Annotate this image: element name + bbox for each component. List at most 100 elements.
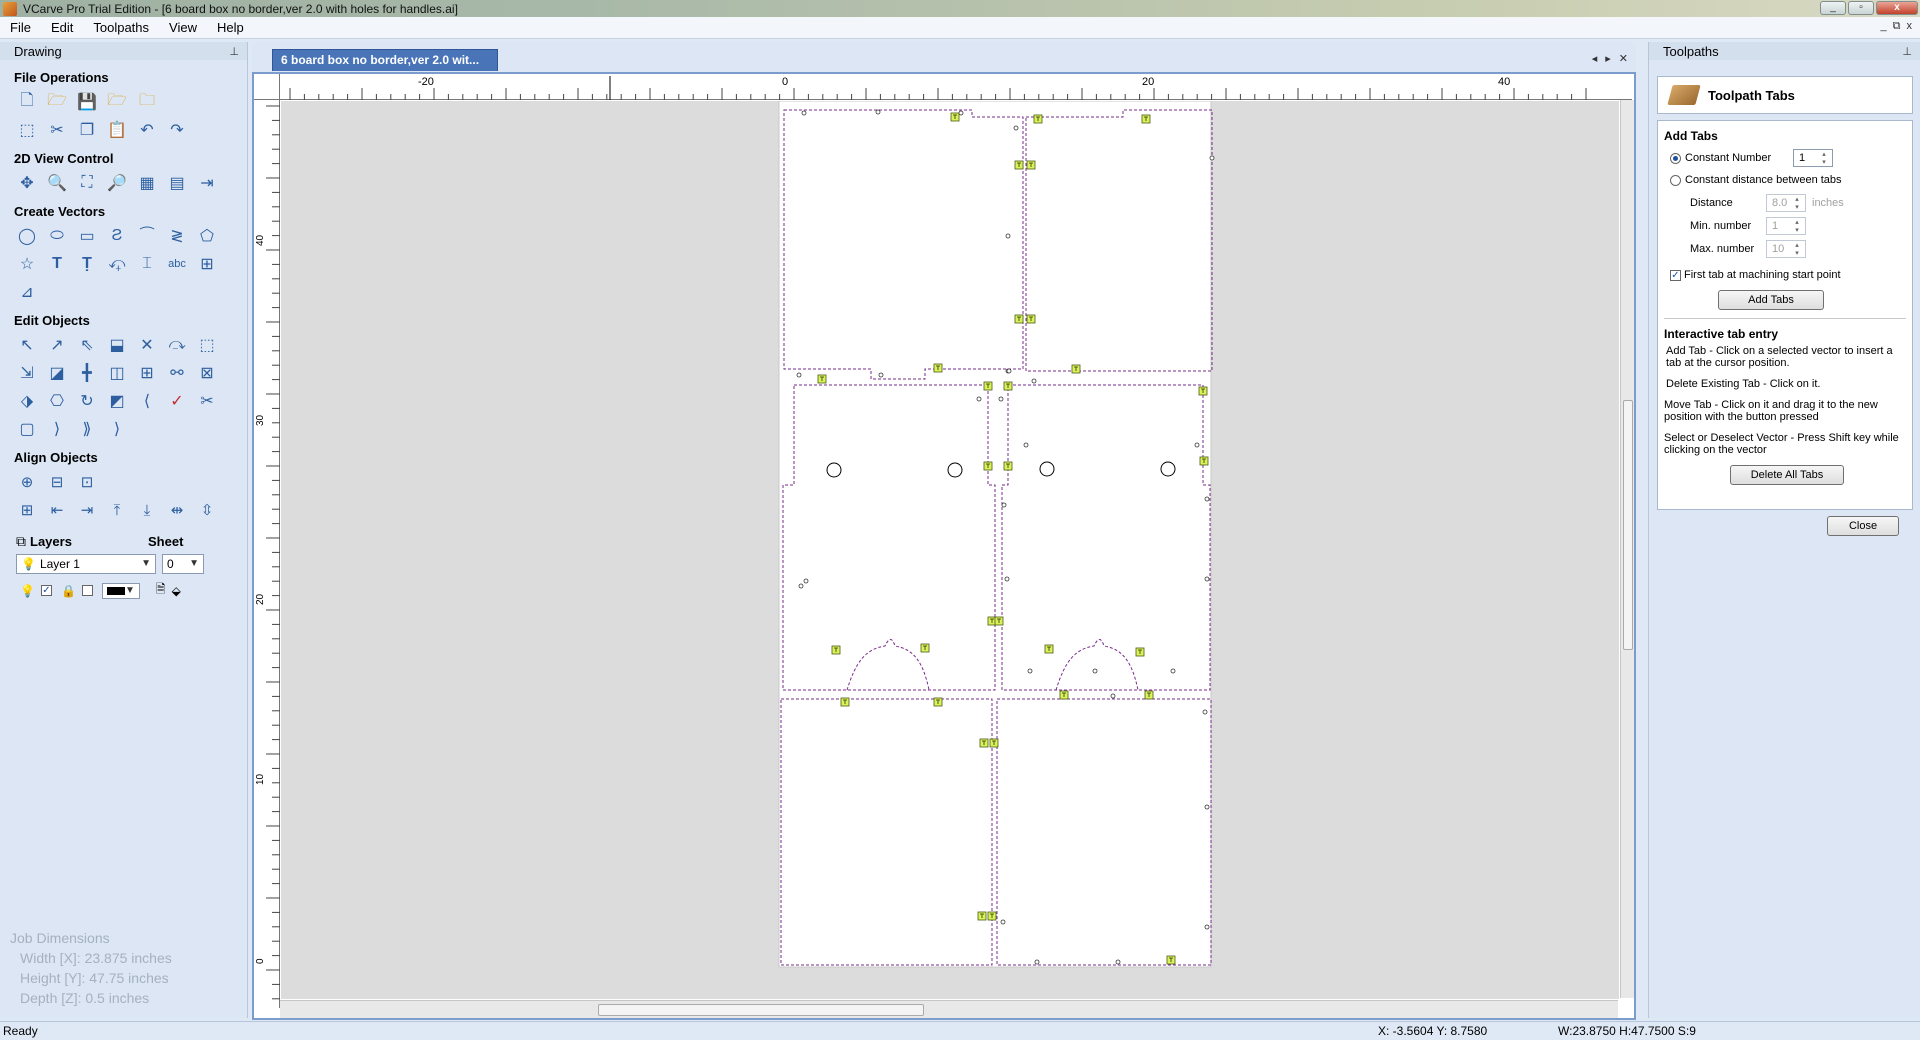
- constant-number-input[interactable]: 1: [1793, 149, 1833, 167]
- mdi-restore-button[interactable]: ⧉: [1893, 20, 1901, 33]
- menu-edit[interactable]: Edit: [41, 20, 83, 35]
- align-center-both-icon[interactable]: ⊕: [15, 471, 39, 493]
- scale-icon[interactable]: ⬚: [195, 334, 219, 356]
- node-edit-icon[interactable]: ↗: [45, 334, 69, 356]
- view-split-icon[interactable]: ▤: [165, 172, 189, 194]
- fillet-icon[interactable]: ↻: [75, 390, 99, 412]
- polyline-icon[interactable]: Ƨ: [105, 225, 129, 247]
- paste-icon[interactable]: 📋: [105, 119, 129, 141]
- view-layout-icon[interactable]: ▦: [135, 172, 159, 194]
- smooth-icon[interactable]: ✓: [165, 390, 189, 412]
- maximize-button[interactable]: ▫: [1848, 1, 1874, 15]
- mirror-icon[interactable]: ⇲: [15, 362, 39, 384]
- undo-icon[interactable]: ↶: [135, 119, 159, 141]
- view-3d-icon[interactable]: ⇥: [195, 172, 219, 194]
- constant-number-radio[interactable]: [1670, 152, 1681, 164]
- import-bitmap-icon[interactable]: 🗀: [135, 91, 159, 113]
- open-file-icon[interactable]: 🗁: [45, 91, 69, 113]
- nest-icon[interactable]: ◫: [105, 362, 129, 384]
- menu-help[interactable]: Help: [207, 20, 254, 35]
- minimize-button[interactable]: _: [1820, 1, 1846, 15]
- distance-input[interactable]: 8.0: [1766, 193, 1806, 212]
- zoom-window-icon[interactable]: 🔎: [105, 172, 129, 194]
- zoom-extents-icon[interactable]: ⛶: [75, 172, 99, 194]
- arc-icon[interactable]: ⁀: [135, 225, 159, 247]
- trim-icon[interactable]: ◩: [105, 390, 129, 412]
- pin-icon[interactable]: ⊥: [1902, 45, 1912, 58]
- pan-icon[interactable]: ✥: [15, 172, 39, 194]
- align-right-icon[interactable]: ⇥: [75, 499, 99, 521]
- close-button[interactable]: Close: [1827, 516, 1899, 536]
- curve-icon[interactable]: ≷: [165, 225, 189, 247]
- vertical-scrollbar[interactable]: [1620, 100, 1634, 998]
- text-on-curve-icon[interactable]: ⤽: [105, 253, 129, 275]
- text-spacing-icon[interactable]: ⌶: [135, 253, 159, 275]
- convert-arc-icon[interactable]: ⟫: [75, 418, 99, 440]
- horizontal-scroll-thumb[interactable]: [598, 1004, 924, 1016]
- mdi-minimize-button[interactable]: _: [1881, 20, 1887, 33]
- convert-line-icon[interactable]: ⟩: [105, 418, 129, 440]
- align-page-center-icon[interactable]: ⊞: [15, 499, 39, 521]
- offset-icon[interactable]: ⎔: [45, 390, 69, 412]
- star-icon[interactable]: ☆: [15, 253, 39, 275]
- align-left-icon[interactable]: ⇤: [45, 499, 69, 521]
- polygon-icon[interactable]: ⬠: [195, 225, 219, 247]
- ungroup-icon[interactable]: ⊠: [195, 362, 219, 384]
- rotate-icon[interactable]: ⤼: [165, 334, 189, 356]
- layer-visible-icon[interactable]: 💡: [20, 584, 35, 598]
- align-center-y-icon[interactable]: ⊡: [75, 471, 99, 493]
- align-center-icon[interactable]: ╋: [75, 362, 99, 384]
- sheet-select[interactable]: 0 ▼: [162, 554, 204, 574]
- import-vectors-icon[interactable]: 🗁: [105, 91, 129, 113]
- curve-fit-icon[interactable]: ⟩: [45, 418, 69, 440]
- menu-view[interactable]: View: [159, 20, 207, 35]
- select-icon[interactable]: ↖: [15, 334, 39, 356]
- move-icon[interactable]: ✕: [135, 334, 159, 356]
- first-tab-checkbox[interactable]: ✓: [1670, 269, 1681, 281]
- tab-close-icon[interactable]: ✕: [1619, 52, 1628, 65]
- document-tab[interactable]: 6 board box no border,ver 2.0 wit...: [272, 49, 498, 71]
- align-top-icon[interactable]: ⤒: [105, 499, 129, 521]
- zoom-icon[interactable]: 🔍: [45, 172, 69, 194]
- rectangle-icon[interactable]: ▭: [75, 225, 99, 247]
- dimension-icon[interactable]: ⊿: [15, 281, 39, 303]
- ellipse-icon[interactable]: ⬭: [45, 225, 69, 247]
- layer-color-box[interactable]: [81, 585, 93, 596]
- mdi-close-button[interactable]: x: [1907, 20, 1913, 33]
- space-vertical-icon[interactable]: ⇳: [195, 499, 219, 521]
- max-number-input[interactable]: 10: [1766, 239, 1806, 258]
- menu-toolpaths[interactable]: Toolpaths: [83, 20, 159, 35]
- align-bottom-icon[interactable]: ⤓: [135, 499, 159, 521]
- menu-file[interactable]: File: [0, 20, 41, 35]
- min-number-input[interactable]: 1: [1766, 216, 1806, 235]
- align-center-x-icon[interactable]: ⊟: [45, 471, 69, 493]
- weld-icon[interactable]: ⬗: [15, 390, 39, 412]
- layer-color-select[interactable]: ▼: [101, 582, 140, 599]
- array-icon[interactable]: ⊞: [195, 253, 219, 275]
- delete-all-tabs-button[interactable]: Delete All Tabs: [1730, 465, 1844, 485]
- close-vectors-icon[interactable]: ▢: [15, 418, 39, 440]
- text-abc-icon[interactable]: abc: [165, 253, 189, 275]
- extend-icon[interactable]: ⟨: [135, 390, 159, 412]
- scissors-icon[interactable]: ✂: [195, 390, 219, 412]
- drawing-canvas[interactable]: [281, 101, 1619, 999]
- circle-icon[interactable]: ◯: [15, 225, 39, 247]
- interactive-select-icon[interactable]: ⇖: [75, 334, 99, 356]
- tab-scroll-right-icon[interactable]: ▸: [1605, 52, 1611, 65]
- new-file-icon[interactable]: 🗋: [15, 91, 39, 113]
- text-icon[interactable]: T: [45, 253, 69, 275]
- close-window-button[interactable]: x: [1876, 1, 1918, 15]
- drawing-svg[interactable]: [281, 101, 1619, 999]
- layer-select[interactable]: 💡 Layer 1 ▼: [16, 554, 156, 574]
- transform-icon[interactable]: ⬓: [105, 334, 129, 356]
- layer-checkbox[interactable]: ✓: [40, 585, 52, 596]
- layer-eraser-icon[interactable]: ⬙: [172, 584, 181, 598]
- space-horizontal-icon[interactable]: ⇹: [165, 499, 189, 521]
- layer-properties-icon[interactable]: 🗎: [156, 580, 166, 601]
- copy-icon[interactable]: ❐: [75, 119, 99, 141]
- vertical-scroll-thumb[interactable]: [1623, 400, 1633, 650]
- cut-icon[interactable]: ✂: [45, 119, 69, 141]
- lock-icon[interactable]: 🔒: [61, 584, 76, 598]
- add-tabs-button[interactable]: Add Tabs: [1718, 290, 1824, 310]
- horizontal-scrollbar[interactable]: [280, 1000, 1618, 1018]
